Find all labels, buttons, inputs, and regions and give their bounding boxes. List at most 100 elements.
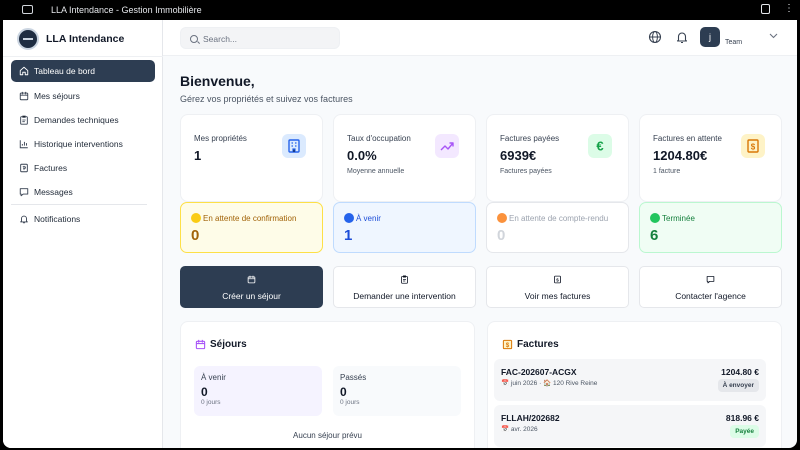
- invoices-panel: $ Factures FAC-202607-ACGX 📅 juin 2026 ·…: [487, 321, 782, 448]
- status-count: 0: [191, 227, 200, 244]
- status-card-awaiting-confirmation[interactable]: En attente de confirmation 0: [180, 202, 323, 253]
- status-label: En attente de compte-rendu: [509, 214, 609, 223]
- page-title: Bienvenue,: [180, 73, 255, 89]
- view-invoices-button[interactable]: $ Voir mes factures: [486, 266, 629, 308]
- invoice-amount: 818.96 €: [725, 413, 759, 423]
- contact-agency-button[interactable]: Contacter l'agence: [639, 266, 782, 308]
- divider: [3, 56, 163, 57]
- sidebar-item-stays[interactable]: Mes séjours: [11, 85, 155, 107]
- sidebar-item-dashboard[interactable]: Tableau de bord: [11, 60, 155, 82]
- svg-text:€: €: [596, 139, 603, 154]
- page-subtitle: Gérez vos propriétés et suivez vos factu…: [180, 94, 353, 104]
- status-card-awaiting-report[interactable]: En attente de compte-rendu 0: [486, 202, 629, 253]
- stat-value: 1: [194, 148, 202, 163]
- action-label: Demander une intervention: [353, 291, 456, 301]
- sidebar-item-history[interactable]: Historique interventions: [11, 133, 155, 155]
- sidebar-item-label: Tableau de bord: [34, 66, 95, 76]
- sidebar-item-notifications[interactable]: Notifications: [11, 208, 155, 230]
- search-input[interactable]: [203, 31, 333, 47]
- building-icon: [282, 134, 306, 158]
- top-header: j Team: [163, 20, 797, 56]
- calendar-icon: [195, 339, 206, 350]
- box-count: 0: [201, 385, 208, 399]
- search-icon: [190, 35, 198, 43]
- sidebar: LLA Intendance Tableau de bord Mes séjou…: [3, 20, 163, 448]
- dollar-doc-icon: $: [554, 275, 561, 284]
- clipboard-icon: [20, 115, 28, 125]
- sidebar-item-label: Factures: [34, 163, 68, 173]
- request-intervention-button[interactable]: Demander une intervention: [333, 266, 476, 308]
- sidebar-item-label: Messages: [34, 187, 73, 197]
- avatar[interactable]: j: [700, 27, 720, 47]
- sidebar-item-technical-requests[interactable]: Demandes techniques: [11, 109, 155, 131]
- panel-title: Séjours: [210, 339, 247, 350]
- stat-sub: Moyenne annuelle: [347, 168, 405, 175]
- sidebar-item-label: Mes séjours: [34, 91, 80, 101]
- stat-card-occupancy: Taux d'occupation 0.0% Moyenne annuelle: [333, 114, 476, 202]
- action-label: Voir mes factures: [524, 291, 591, 301]
- chevron-down-icon[interactable]: [769, 33, 778, 39]
- invoice-amount: 1204.80 €: [721, 367, 759, 377]
- stat-card-paid-invoices: Factures payées 6939€ Factures payées €: [486, 114, 629, 202]
- title-bar: LLA Intendance - Gestion Immobilière ⋮: [0, 0, 800, 20]
- stat-value: 6939€: [500, 148, 537, 163]
- sidebar-item-invoices[interactable]: Factures: [11, 157, 155, 179]
- upcoming-stays-box: À venir 0 0 jours: [194, 366, 322, 416]
- brand-logo: [17, 28, 39, 50]
- stat-card-properties: Mes propriétés 1: [180, 114, 323, 202]
- trend-up-icon: [435, 134, 459, 158]
- sidebar-item-label: Demandes techniques: [34, 115, 119, 125]
- svg-text:$: $: [751, 143, 756, 152]
- status-dot-icon: [497, 213, 507, 223]
- invoice-row[interactable]: FLLAH/202682 📅 avr. 2026 818.96 € Payée: [494, 405, 766, 447]
- bell-icon[interactable]: [675, 30, 689, 44]
- invoice-meta: 📅 juin 2026 · 🏠 120 Rive Reine: [501, 380, 598, 387]
- svg-text:$: $: [556, 277, 559, 282]
- calendar-icon: [19, 91, 29, 101]
- status-card-upcoming[interactable]: À venir 1: [333, 202, 476, 253]
- dollar-doc-icon: $: [741, 134, 765, 158]
- stat-card-pending-invoices: Factures en attente 1204.80€ 1 facture $: [639, 114, 782, 202]
- divider: [11, 204, 147, 205]
- user-name[interactable]: Team: [725, 39, 742, 46]
- box-sub: 0 jours: [201, 399, 221, 406]
- panel-title: Factures: [517, 339, 559, 350]
- window-title: LLA Intendance - Gestion Immobilière: [51, 5, 202, 15]
- app-window: LLA Intendance Tableau de bord Mes séjou…: [3, 20, 797, 448]
- sidebar-item-label: Notifications: [34, 214, 81, 224]
- euro-icon: €: [588, 134, 612, 158]
- stat-value: 1204.80€: [653, 148, 708, 163]
- extension-icon[interactable]: [761, 4, 770, 14]
- globe-icon[interactable]: [648, 30, 662, 44]
- sidebar-item-messages[interactable]: Messages: [11, 181, 155, 203]
- invoice-row[interactable]: FAC-202607-ACGX 📅 juin 2026 · 🏠 120 Rive…: [494, 359, 766, 401]
- action-label: Créer un séjour: [222, 291, 281, 301]
- stays-panel: Séjours À venir 0 0 jours Passés 0 0 jou…: [180, 321, 475, 448]
- status-card-completed[interactable]: Terminée 6: [639, 202, 782, 253]
- status-label: Terminée: [662, 214, 695, 223]
- create-stay-button[interactable]: Créer un séjour: [180, 266, 323, 308]
- bell-icon: [20, 215, 28, 224]
- dollar-doc-icon: $: [502, 339, 513, 350]
- action-label: Contacter l'agence: [675, 291, 746, 301]
- message-icon: [706, 276, 715, 284]
- empty-state-text: Aucun séjour prévu: [293, 431, 362, 440]
- invoice-meta: 📅 avr. 2026: [501, 426, 538, 433]
- clipboard-icon: [401, 275, 408, 284]
- stat-sub: Factures payées: [500, 168, 552, 175]
- box-count: 0: [340, 385, 347, 399]
- status-label: À venir: [356, 214, 381, 223]
- search-box[interactable]: [180, 27, 340, 49]
- bar-chart-icon: [19, 140, 28, 149]
- box-sub: 0 jours: [340, 399, 360, 406]
- status-count: 0: [497, 227, 506, 244]
- stat-value: 0.0%: [347, 148, 377, 163]
- status-dot-icon: [344, 213, 354, 223]
- more-vertical-icon[interactable]: ⋮: [784, 3, 794, 15]
- home-icon: [19, 66, 29, 76]
- invoice-number: FAC-202607-ACGX: [501, 367, 577, 377]
- box-label: Passés: [340, 373, 367, 382]
- receipt-icon: [20, 163, 28, 173]
- invoice-number: FLLAH/202682: [501, 413, 560, 423]
- stat-label: Factures en attente: [653, 134, 722, 143]
